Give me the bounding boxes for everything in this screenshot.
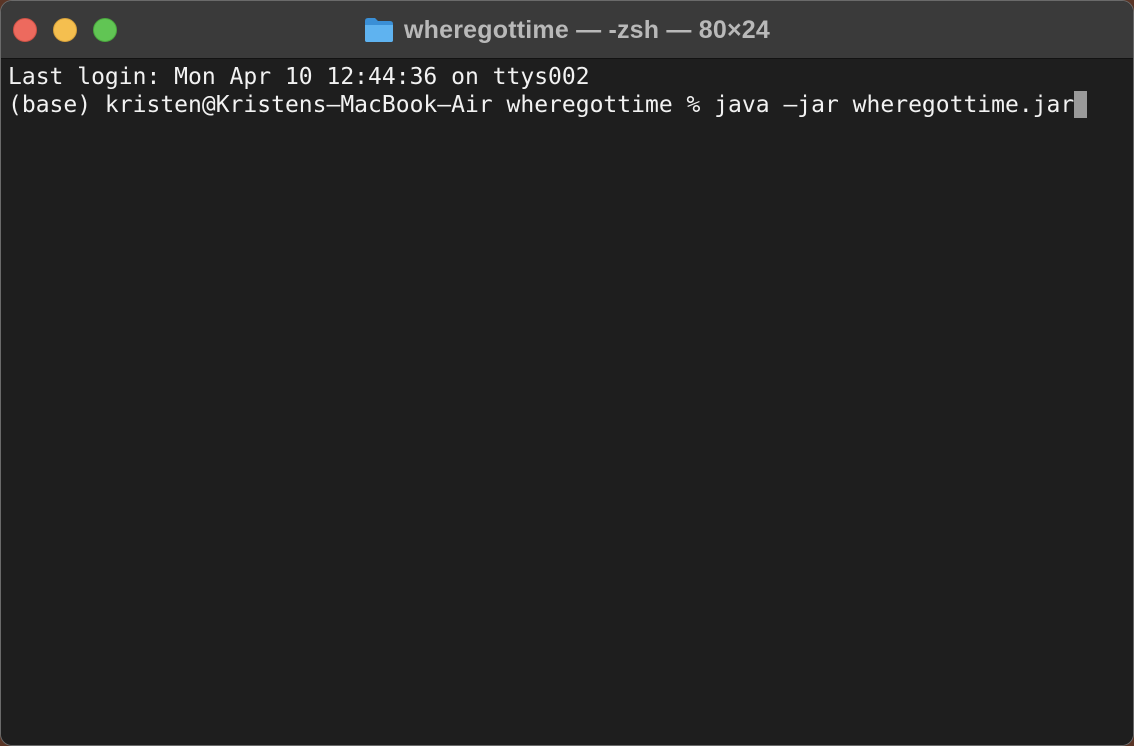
- terminal-window: wheregottime — -zsh — 80×24 Last login: …: [0, 0, 1134, 746]
- zoom-button[interactable]: [93, 18, 117, 42]
- terminal-line-command[interactable]: (base) kristen@Kristens–MacBook–Air wher…: [8, 91, 1126, 119]
- command-prompt-text: (base) kristen@Kristens–MacBook–Air wher…: [8, 92, 1075, 118]
- terminal-output[interactable]: Last login: Mon Apr 10 12:44:36 on ttys0…: [1, 59, 1133, 745]
- terminal-line-login: Last login: Mon Apr 10 12:44:36 on ttys0…: [8, 64, 590, 90]
- title-bar[interactable]: wheregottime — -zsh — 80×24: [1, 1, 1133, 59]
- folder-icon: [365, 18, 394, 42]
- minimize-button[interactable]: [53, 18, 77, 42]
- close-button[interactable]: [13, 18, 37, 42]
- text-cursor: [1074, 91, 1088, 118]
- window-title-group: wheregottime — -zsh — 80×24: [1, 1, 1133, 59]
- window-title: wheregottime — -zsh — 80×24: [404, 15, 770, 44]
